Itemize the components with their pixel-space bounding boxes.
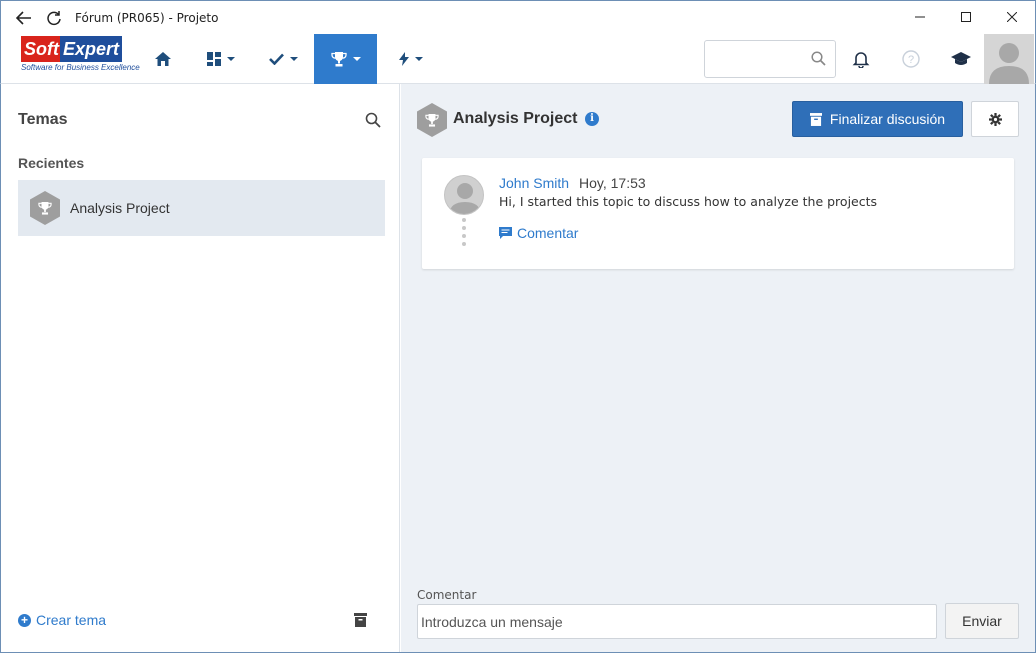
refresh-icon [47, 10, 61, 25]
search-icon [365, 112, 381, 128]
chevron-down-icon [227, 57, 235, 61]
nav-dashboard[interactable] [195, 34, 247, 84]
topic-list-item[interactable]: Analysis Project [18, 180, 385, 236]
maximize-button[interactable] [943, 1, 989, 33]
create-topic-link[interactable]: + Crear tema [18, 612, 106, 628]
logo-part-soft: Soft [21, 36, 62, 62]
user-silhouette-icon [989, 43, 1029, 84]
comment-link[interactable]: Comentar [499, 225, 578, 241]
message-input[interactable] [417, 604, 937, 639]
arrow-left-icon [16, 10, 31, 25]
back-button[interactable] [9, 1, 39, 35]
thread-connector [462, 218, 466, 250]
send-button-label: Enviar [962, 613, 1002, 629]
nav-actions[interactable] [387, 34, 435, 84]
svg-text:?: ? [908, 54, 914, 66]
message-timestamp: Hoy, 17:53 [579, 175, 646, 191]
message-author[interactable]: John Smith [499, 175, 569, 191]
discussion-panel: Analysis Project i Finalizar discusión J… [401, 84, 1036, 653]
gear-icon [988, 112, 1002, 126]
topic-hex-badge [30, 191, 60, 225]
learning-button[interactable] [948, 46, 974, 72]
bell-icon [852, 52, 870, 68]
topics-title: Temas [18, 111, 68, 128]
window-title: Fórum (PR065) - Projeto [75, 10, 219, 25]
maximize-icon [961, 12, 971, 22]
recent-section-label: Recientes [18, 155, 85, 171]
close-button[interactable] [989, 1, 1035, 33]
send-button[interactable]: Enviar [945, 603, 1019, 639]
trophy-icon [330, 51, 347, 66]
archive-button[interactable] [354, 613, 367, 630]
refresh-button[interactable] [39, 1, 69, 35]
help-button[interactable]: ? [898, 46, 924, 72]
home-icon [155, 52, 171, 66]
global-search-input[interactable] [705, 41, 805, 77]
close-icon [1007, 12, 1017, 22]
archive-icon [809, 112, 822, 126]
message-card: John Smith Hoy, 17:53 Hi, I started this… [422, 158, 1014, 269]
plus-circle-icon: + [18, 613, 31, 627]
top-navbar: Soft Expert Software for Business Excelle… [0, 34, 1036, 84]
compose-label: Comentar [417, 588, 477, 602]
chevron-down-icon [352, 57, 361, 61]
help-icon: ? [902, 50, 920, 68]
topic-title: Analysis Project [453, 110, 578, 127]
topic-hex-badge [417, 103, 447, 137]
chevron-down-icon [289, 57, 298, 61]
search-icon[interactable] [811, 51, 826, 66]
trophy-icon [425, 113, 439, 127]
topic-name: Analysis Project [70, 200, 170, 216]
minimize-icon [915, 16, 925, 18]
user-silhouette-icon [449, 183, 481, 214]
author-avatar[interactable] [444, 175, 484, 215]
nav-tasks[interactable] [257, 34, 309, 84]
comment-link-label: Comentar [517, 225, 579, 241]
nav-forum[interactable] [314, 34, 377, 84]
minimize-button[interactable] [897, 1, 943, 33]
notifications-button[interactable] [848, 46, 874, 72]
chevron-down-icon [415, 57, 423, 61]
nav-home[interactable] [141, 34, 185, 84]
grid-icon [207, 52, 221, 66]
topics-panel: Temas Recientes Analysis Project + Crear… [0, 84, 400, 653]
comment-icon [499, 226, 512, 239]
user-avatar[interactable] [984, 34, 1034, 84]
topics-search-button[interactable] [365, 112, 381, 131]
check-icon [268, 53, 284, 65]
archive-icon [354, 613, 367, 627]
logo-tagline: Software for Business Excellence [21, 63, 140, 72]
window-titlebar: Fórum (PR065) - Projeto [0, 0, 1036, 34]
logo-part-expert: Expert [60, 36, 123, 62]
info-icon[interactable]: i [585, 112, 599, 126]
message-body: Hi, I started this topic to discuss how … [499, 194, 878, 209]
graduation-cap-icon [951, 51, 971, 65]
trophy-icon [38, 201, 52, 215]
create-topic-label: Crear tema [36, 612, 107, 628]
bolt-icon [399, 52, 409, 66]
settings-button[interactable] [971, 101, 1019, 137]
softexpert-logo[interactable]: Soft Expert Software for Business Excelle… [21, 36, 140, 82]
finalize-discussion-button[interactable]: Finalizar discusión [792, 101, 963, 137]
window-controls [897, 1, 1035, 35]
global-search [704, 40, 836, 78]
finalize-discussion-label: Finalizar discusión [829, 111, 946, 127]
